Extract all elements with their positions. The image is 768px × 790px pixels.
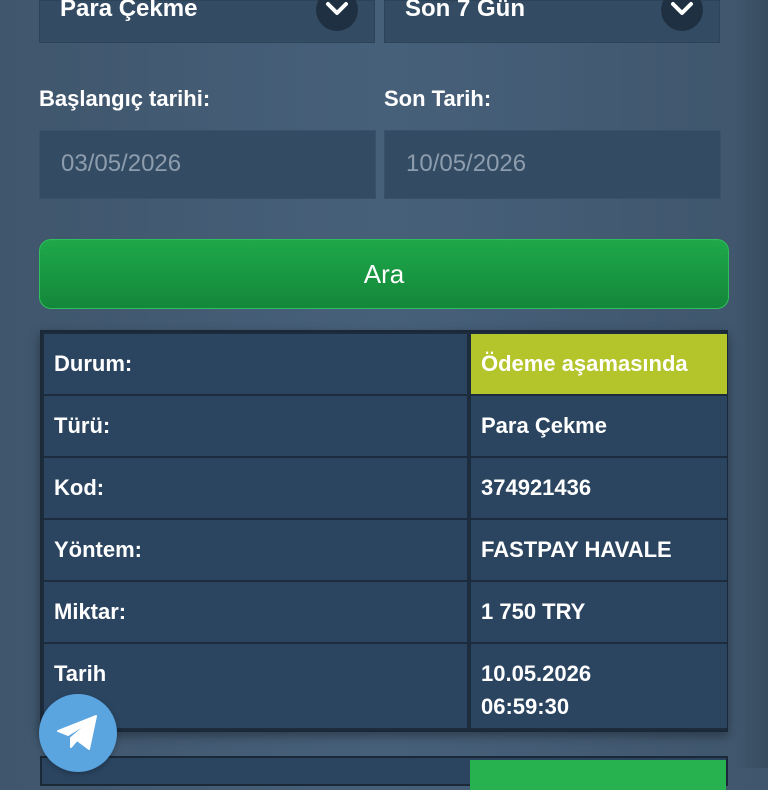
transaction-type-value: Para Çekme (60, 0, 198, 22)
start-date-value: 03/05/2026 (61, 150, 182, 177)
chevron-down-icon[interactable] (316, 0, 358, 31)
end-date-value: 10/05/2026 (406, 150, 527, 177)
amount-value: 1 750 TRY (471, 582, 727, 642)
right-edge-shade (734, 0, 768, 768)
table-row-type: Türü: Para Çekme (44, 396, 727, 456)
date-value-time: 06:59:30 (481, 694, 570, 719)
transaction-table: Durum: Ödeme aşamasında Türü: Para Çekme… (40, 330, 728, 732)
period-value: Son 7 Gün (405, 0, 525, 22)
next-transaction-table (40, 756, 728, 790)
type-key: Türü: (44, 396, 467, 456)
type-value: Para Çekme (471, 396, 727, 456)
amount-key: Miktar: (44, 582, 467, 642)
date-value: 10.05.2026 06:59:30 (471, 644, 727, 728)
date-value-day: 10.05.2026 (481, 661, 592, 686)
telegram-icon (57, 715, 97, 750)
status-key: Durum: (44, 334, 467, 394)
next-status-badge (470, 760, 726, 790)
telegram-button[interactable] (39, 694, 117, 772)
table-row-date: Tarih 10.05.2026 06:59:30 (44, 644, 727, 728)
code-key: Kod: (44, 458, 467, 518)
period-select[interactable]: Son 7 Gün (384, 0, 720, 43)
code-value: 374921436 (471, 458, 727, 518)
transaction-type-select[interactable]: Para Çekme (39, 0, 375, 43)
end-date-field[interactable]: 10/05/2026 (384, 130, 721, 199)
search-button[interactable]: Ara (39, 239, 729, 309)
status-badge: Ödeme aşamasında (471, 334, 727, 394)
start-date-field[interactable]: 03/05/2026 (39, 130, 376, 199)
end-date-label: Son Tarih: (384, 86, 492, 111)
table-row-amount: Miktar: 1 750 TRY (44, 582, 727, 642)
start-date-label: Başlangıç tarihi: (39, 86, 211, 111)
table-row-status: Durum: Ödeme aşamasında (44, 334, 727, 394)
table-row-code: Kod: 374921436 (44, 458, 727, 518)
method-key: Yöntem: (44, 520, 467, 580)
method-value: FASTPAY HAVALE (471, 520, 727, 580)
table-row-method: Yöntem: FASTPAY HAVALE (44, 520, 727, 580)
chevron-down-icon[interactable] (661, 0, 703, 31)
